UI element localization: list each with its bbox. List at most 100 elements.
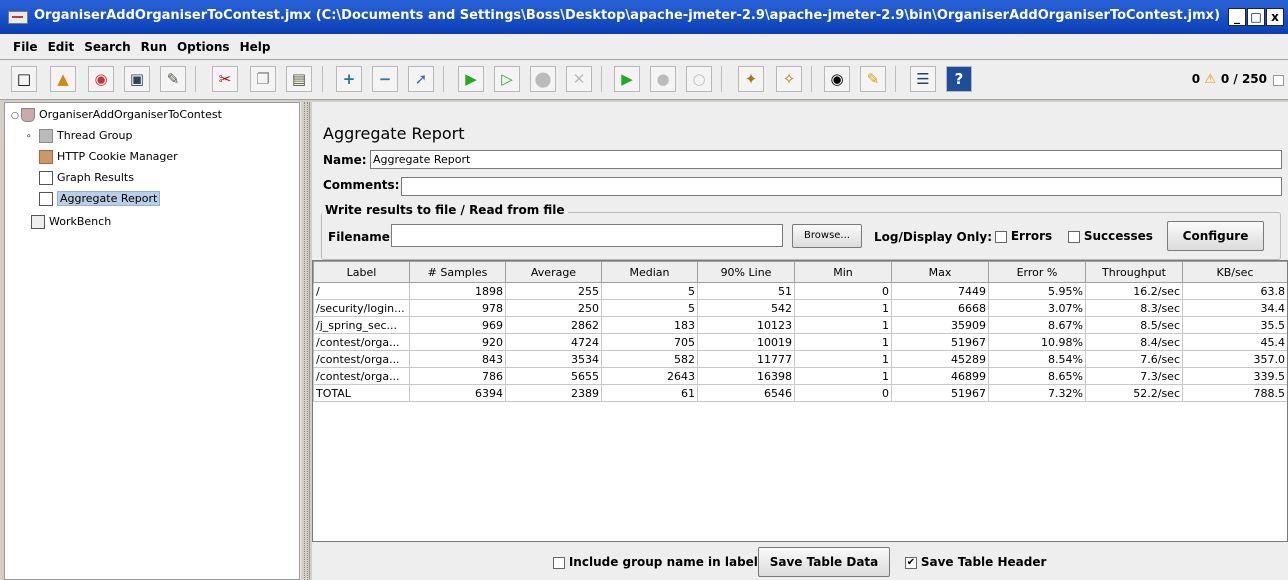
table-cell: 2389 [505,384,602,402]
configure-button[interactable]: Configure [1167,221,1264,251]
copy-icon[interactable]: ❐ [250,66,276,92]
column-header-label[interactable]: Label [313,261,410,283]
warning-icon: ⚠ [1204,72,1216,87]
table-cell: 7.3/sec [1085,367,1183,385]
bottom-bar: Include group name in label? Save Table … [312,542,1288,580]
start-icon[interactable]: ▶ [458,66,484,92]
table-row[interactable]: /j_spring_sec... 969 2862 183 10123 1 35909 8.6… [313,316,1287,334]
table-cell: 16398 [697,367,795,385]
menu-edit[interactable]: Edit [43,34,80,54]
column-header-90-line[interactable]: 90% Line [697,261,795,283]
toolbar-separator [721,66,722,92]
column-header-error-pct[interactable]: Error % [988,261,1086,283]
menu-help[interactable]: Help [235,34,276,54]
table-cell: 16.2/sec [1085,282,1183,300]
successes-checkbox-box[interactable] [1068,230,1080,243]
templates-icon[interactable]: ▲ [50,66,76,92]
menu-search[interactable]: Search [79,34,135,54]
reset-search-broom-icon[interactable]: ✎ [860,66,886,92]
column-header-median[interactable]: Median [601,261,698,283]
name-field[interactable]: Aggregate Report [370,150,1282,169]
browse-button[interactable]: Browse... [792,224,862,248]
column-header-min[interactable]: Min [794,261,892,283]
open-icon[interactable]: ◉ [88,66,114,92]
table-cell: 8.54% [988,350,1086,368]
stop-icon[interactable]: ⬤ [530,66,556,92]
table-row[interactable]: /security/login... 978 250 5 542 1 6668 3.07% 8.… [313,299,1287,317]
include-group-name-label: Include group name in label? [568,555,765,569]
function-helper-icon[interactable]: ☰ [910,66,936,92]
table-cell: 45289 [891,350,989,368]
errors-checkbox-box[interactable] [995,230,1007,243]
split-pane-divider[interactable] [300,102,310,580]
log-display-only-label: Log/Display Only: [874,230,992,244]
save-as-icon[interactable]: ✎ [160,66,186,92]
clear-all-icon[interactable]: ✧ [776,66,802,92]
close-button[interactable]: x [1266,8,1284,26]
toggle-icon[interactable]: ➚ [408,66,434,92]
tree-node-thread-group[interactable]: Thread Group [39,127,132,145]
tree-node-aggregate-report[interactable]: Aggregate Report [39,190,161,208]
column-header-average[interactable]: Average [505,261,602,283]
table-row[interactable]: TOTAL 6394 2389 61 6546 0 51967 7.32% 52.2/sec 78… [313,384,1287,402]
errors-checkbox[interactable]: Errors [995,229,1052,243]
include-group-name-checkbox[interactable]: Include group name in label? [553,555,765,569]
error-counter[interactable]: 0 ⚠ [1192,72,1216,87]
table-cell: 3534 [505,350,602,368]
help-icon[interactable]: ? [946,66,972,92]
table-row[interactable]: /contest/orga... 843 3534 582 11777 1 45289 8.5… [313,350,1287,368]
cut-icon[interactable]: ✂ [212,66,238,92]
table-cell: 843 [409,350,506,368]
table-cell: 1 [794,316,892,334]
table-row[interactable]: /1898 255 5 51 0 7449 5.95% 16.2/sec 63.8 [313,282,1287,300]
minimize-button[interactable]: _ [1228,8,1246,26]
column-header-throughput[interactable]: Throughput [1085,261,1183,283]
save-icon[interactable]: ▣ [124,66,150,92]
save-table-header-checkbox-box[interactable]: ✔ [905,556,917,569]
table-cell: 786 [409,367,506,385]
clear-icon[interactable]: ✦ [738,66,764,92]
tree-node-graph-results[interactable]: Graph Results [39,169,134,187]
filename-field[interactable] [391,224,783,247]
table-row[interactable]: /contest/orga... 786 5655 2643 16398 1 46899 8.… [313,367,1287,385]
new-icon[interactable]: □ [11,66,37,92]
expand-all-icon[interactable]: + [336,66,362,92]
paste-icon[interactable]: ▤ [286,66,312,92]
remote-start-icon[interactable]: ▶ [614,66,640,92]
collapse-all-icon[interactable]: − [372,66,398,92]
table-row[interactable]: /contest/orga... 920 4724 705 10019 1 51967 10.… [313,333,1287,351]
column-header-max[interactable]: Max [891,261,989,283]
table-cell: 6668 [891,299,989,317]
comments-field[interactable] [401,177,1282,196]
aggregate-table[interactable]: Label # Samples Average Median 90% Line … [312,260,1288,542]
table-cell: /security/login... [313,299,410,317]
successes-checkbox[interactable]: Successes [1068,229,1153,243]
table-cell: 0 [794,384,892,402]
tree-expand-icon[interactable]: ⚬ [25,132,33,142]
menu-options[interactable]: Options [172,34,235,54]
remote-shutdown-icon[interactable]: ○ [686,66,712,92]
table-cell: 357.0 [1182,350,1287,368]
menu-bar: File Edit Search Run Options Help [0,34,1288,60]
binoculars-search-icon[interactable]: ◉ [824,66,850,92]
save-table-header-checkbox[interactable]: ✔ Save Table Header [905,555,1046,569]
shutdown-icon[interactable]: ✕ [566,66,592,92]
column-header-samples[interactable]: # Samples [409,261,506,283]
start-no-pauses-icon[interactable]: ▷ [494,66,520,92]
column-header-kb-sec[interactable]: KB/sec [1182,261,1287,283]
tree-node-cookie-manager[interactable]: HTTP Cookie Manager [39,148,178,166]
menu-run[interactable]: Run [136,34,172,54]
save-table-data-button[interactable]: Save Table Data [758,547,890,577]
remote-stop-icon[interactable]: ● [650,66,676,92]
tree-node-workbench[interactable]: WorkBench [31,213,111,231]
table-cell: 51967 [891,384,989,402]
maximize-button[interactable]: □ [1247,8,1265,26]
menu-file[interactable]: File [0,34,43,54]
include-group-name-checkbox-box[interactable] [553,556,565,569]
table-cell: 250 [505,299,602,317]
tree-node-test-plan[interactable]: OrganiserAddOrganiserToContest [21,106,222,124]
table-cell: 183 [601,316,698,334]
table-cell: 4724 [505,333,602,351]
table-cell: 6546 [697,384,795,402]
tree-expand-icon[interactable]: ○ [11,111,19,121]
